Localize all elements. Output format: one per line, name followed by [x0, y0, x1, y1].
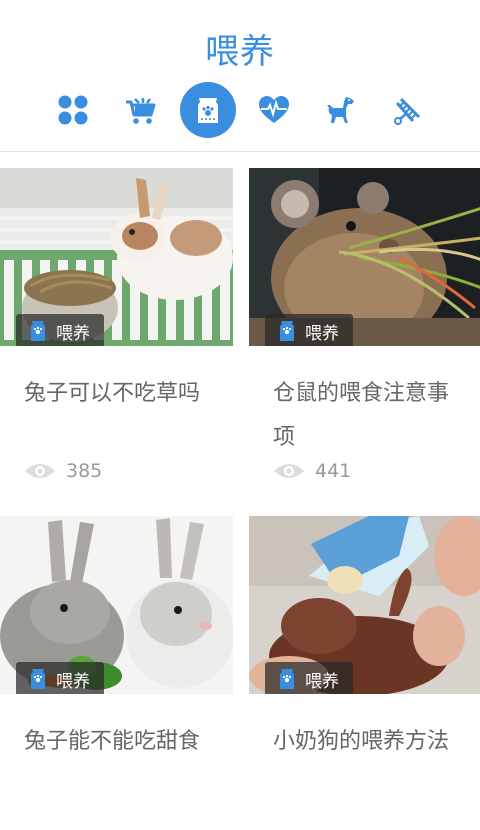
view-count-value: 385	[66, 460, 103, 482]
food-bag-icon	[198, 98, 218, 123]
article-thumbnail: 喂养	[0, 516, 233, 694]
eye-icon	[274, 464, 304, 478]
category-shop[interactable]	[112, 82, 168, 138]
article-title: 仓鼠的喂食注意事项	[273, 381, 450, 450]
category-bar	[0, 82, 480, 138]
cart-icon	[126, 98, 156, 124]
article-title: 兔子能不能吃甜食	[24, 729, 201, 754]
article-card[interactable]: 喂养 兔子能不能吃甜食	[0, 500, 233, 830]
article-thumbnail: 喂养	[0, 168, 233, 346]
grid-icon	[58, 95, 88, 125]
category-tag: 喂养	[16, 314, 104, 346]
category-tag: 喂养	[16, 662, 104, 694]
eye-icon	[25, 464, 55, 478]
article-title: 小奶狗的喂养方法	[273, 729, 450, 754]
food-bag-icon	[280, 669, 294, 689]
food-bag-icon	[31, 321, 45, 341]
article-thumbnail: 喂养	[249, 168, 480, 346]
food-bag-icon	[31, 669, 45, 689]
article-thumbnail: 喂养	[249, 516, 480, 694]
heart-pulse-icon	[259, 96, 289, 123]
article-title: 兔子可以不吃草吗	[24, 381, 201, 406]
category-grooming[interactable]	[380, 82, 436, 138]
category-health[interactable]	[246, 82, 302, 138]
article-grid: 喂养 兔子可以不吃草吗 385 喂养 仓鼠的喂食注意事项 441 喂养 兔子能不…	[0, 152, 480, 800]
header: 喂养	[0, 0, 480, 152]
article-card[interactable]: 喂养 仓鼠的喂食注意事项 441	[249, 152, 480, 482]
category-tag-label: 喂养	[305, 671, 339, 692]
view-count: 385	[24, 458, 102, 484]
page-title: 喂养	[205, 32, 275, 72]
category-training[interactable]	[313, 82, 369, 138]
category-tag-label: 喂养	[56, 671, 90, 692]
category-tag: 喂养	[265, 314, 353, 346]
category-tag: 喂养	[265, 662, 353, 694]
view-count-value: 441	[315, 460, 352, 482]
article-card[interactable]: 喂养 小奶狗的喂养方法	[249, 500, 480, 830]
view-count: 441	[273, 458, 351, 484]
food-bag-icon	[280, 321, 294, 341]
category-tag-label: 喂养	[56, 323, 90, 344]
article-card[interactable]: 喂养 兔子可以不吃草吗 385	[0, 152, 233, 482]
category-grid[interactable]	[45, 82, 101, 138]
dog-icon	[327, 97, 354, 123]
grooming-icon	[394, 97, 421, 125]
category-tag-label: 喂养	[305, 323, 339, 344]
category-feeding[interactable]	[180, 82, 236, 138]
